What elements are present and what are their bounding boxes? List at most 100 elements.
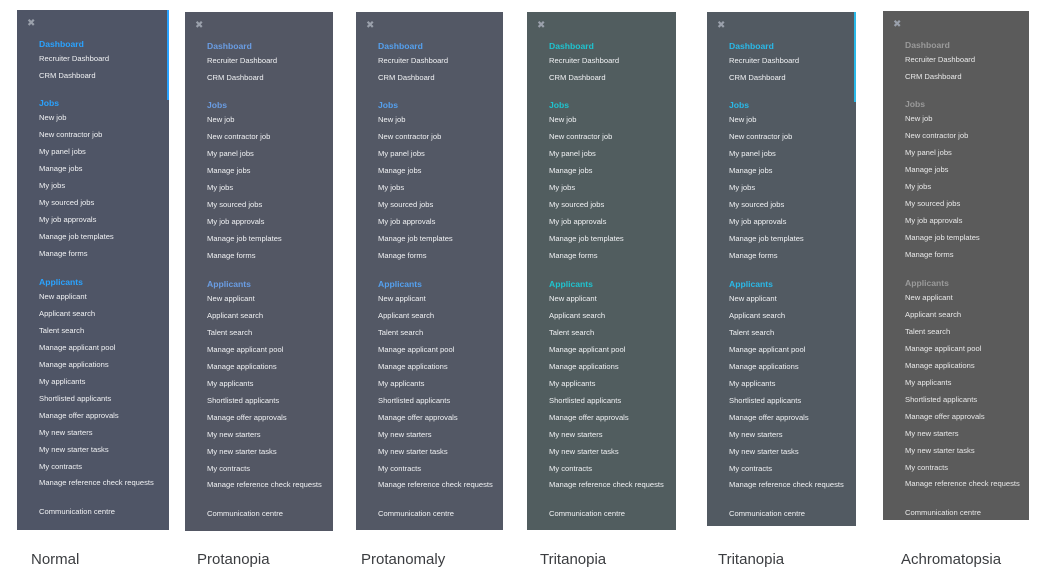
nav-item[interactable]: Communication centre — [729, 505, 850, 522]
section-heading[interactable]: Dashboard — [905, 39, 1023, 51]
nav-item[interactable]: Recruiter Dashboard — [378, 52, 497, 69]
nav-item[interactable]: Manage offer approvals — [378, 409, 497, 426]
section-heading[interactable]: Jobs — [905, 98, 1023, 110]
nav-item[interactable]: New contractor job — [905, 127, 1023, 144]
nav-item[interactable]: Talent search — [207, 324, 327, 341]
nav-item[interactable]: Shortlisted applicants — [729, 392, 850, 409]
nav-item[interactable]: Talent search — [378, 324, 497, 341]
nav-item[interactable]: New job — [729, 111, 850, 128]
nav-item[interactable]: My applicants — [378, 375, 497, 392]
nav-item[interactable]: My job approvals — [39, 211, 163, 228]
section-heading[interactable]: Jobs — [207, 99, 327, 111]
nav-item[interactable]: My sourced jobs — [729, 196, 850, 213]
nav-item[interactable]: New contractor job — [729, 128, 850, 145]
nav-item[interactable]: Applicant search — [207, 307, 327, 324]
nav-item[interactable]: My new starters — [549, 426, 670, 443]
nav-item[interactable]: My job approvals — [378, 213, 497, 230]
nav-item[interactable]: My sourced jobs — [207, 196, 327, 213]
nav-item[interactable]: My applicants — [207, 375, 327, 392]
section-heading[interactable]: Dashboard — [207, 40, 327, 52]
nav-item[interactable]: Recruiter Dashboard — [729, 52, 850, 69]
nav-item[interactable]: Manage reference check requests — [207, 477, 327, 505]
nav-item[interactable]: Talent search — [549, 324, 670, 341]
nav-item[interactable]: My new starters — [207, 426, 327, 443]
nav-item[interactable]: Applicant search — [905, 306, 1023, 323]
nav-item[interactable]: Talent search — [39, 322, 163, 339]
nav-item[interactable]: CRM Dashboard — [378, 69, 497, 86]
nav-item[interactable]: My panel jobs — [378, 145, 497, 162]
nav-item[interactable]: My applicants — [39, 373, 163, 390]
nav-item[interactable]: Talent search — [905, 323, 1023, 340]
section-heading[interactable]: Applicants — [729, 278, 850, 290]
nav-item[interactable]: Manage reference check requests — [549, 477, 670, 505]
nav-item[interactable]: Shortlisted applicants — [207, 392, 327, 409]
nav-item[interactable]: My panel jobs — [207, 145, 327, 162]
nav-item[interactable]: New job — [549, 111, 670, 128]
nav-item[interactable]: My new starter tasks — [378, 443, 497, 460]
nav-item[interactable]: Manage jobs — [39, 160, 163, 177]
nav-item[interactable]: Manage forms — [39, 245, 163, 262]
close-icon[interactable]: ✖ — [195, 21, 203, 31]
nav-item[interactable]: Shortlisted applicants — [549, 392, 670, 409]
nav-item[interactable]: New job — [378, 111, 497, 128]
nav-item[interactable]: Communication centre — [207, 505, 327, 522]
nav-item[interactable]: Manage jobs — [729, 162, 850, 179]
nav-item[interactable]: Applicant search — [39, 305, 163, 322]
nav-item[interactable]: CRM Dashboard — [549, 69, 670, 86]
nav-item[interactable]: My new starter tasks — [549, 443, 670, 460]
close-icon[interactable]: ✖ — [366, 21, 374, 31]
nav-item[interactable]: New applicant — [905, 289, 1023, 306]
nav-item[interactable]: My new starter tasks — [39, 441, 163, 458]
section-heading[interactable]: Jobs — [729, 99, 850, 111]
nav-item[interactable]: Manage offer approvals — [905, 408, 1023, 425]
close-icon[interactable]: ✖ — [717, 21, 725, 31]
nav-item[interactable]: New job — [39, 109, 163, 126]
nav-item[interactable]: New applicant — [729, 290, 850, 307]
nav-item[interactable]: Manage reference check requests — [905, 476, 1023, 504]
nav-item[interactable]: My contracts — [729, 460, 850, 477]
nav-item[interactable]: Communication centre — [39, 503, 163, 520]
nav-item[interactable]: New applicant — [549, 290, 670, 307]
close-icon[interactable]: ✖ — [27, 19, 35, 29]
nav-item[interactable]: Applicant search — [729, 307, 850, 324]
section-heading[interactable]: Jobs — [39, 97, 163, 109]
nav-item[interactable]: New applicant — [207, 290, 327, 307]
nav-item[interactable]: My panel jobs — [729, 145, 850, 162]
nav-item[interactable]: My panel jobs — [39, 143, 163, 160]
nav-item[interactable]: Manage jobs — [378, 162, 497, 179]
nav-item[interactable]: New contractor job — [39, 126, 163, 143]
nav-item[interactable]: Recruiter Dashboard — [905, 51, 1023, 68]
nav-item[interactable]: Manage offer approvals — [729, 409, 850, 426]
section-heading[interactable]: Dashboard — [549, 40, 670, 52]
nav-item[interactable]: My job approvals — [207, 213, 327, 230]
nav-item[interactable]: Manage applications — [549, 358, 670, 375]
nav-item[interactable]: Manage job templates — [207, 230, 327, 247]
nav-item[interactable]: New applicant — [39, 288, 163, 305]
nav-item[interactable]: My jobs — [39, 177, 163, 194]
nav-item[interactable]: My new starters — [905, 425, 1023, 442]
nav-item[interactable]: Manage applications — [39, 356, 163, 373]
nav-item[interactable]: My panel jobs — [905, 144, 1023, 161]
nav-item[interactable]: My contracts — [905, 459, 1023, 476]
nav-item[interactable]: My job approvals — [905, 212, 1023, 229]
nav-item[interactable]: My contracts — [549, 460, 670, 477]
nav-item[interactable]: Manage applicant pool — [549, 341, 670, 358]
nav-item[interactable]: Recruiter Dashboard — [207, 52, 327, 69]
nav-item[interactable]: My applicants — [905, 374, 1023, 391]
nav-item[interactable]: My sourced jobs — [378, 196, 497, 213]
nav-item[interactable]: Talent search — [729, 324, 850, 341]
nav-item[interactable]: Manage applicant pool — [905, 340, 1023, 357]
nav-item[interactable]: Manage applications — [378, 358, 497, 375]
nav-item[interactable]: New job — [207, 111, 327, 128]
nav-item[interactable]: My contracts — [207, 460, 327, 477]
nav-item[interactable]: Manage jobs — [207, 162, 327, 179]
nav-item[interactable]: My applicants — [549, 375, 670, 392]
section-heading[interactable]: Jobs — [378, 99, 497, 111]
nav-item[interactable]: Manage applicant pool — [207, 341, 327, 358]
section-heading[interactable]: Applicants — [39, 276, 163, 288]
nav-item[interactable]: Manage offer approvals — [549, 409, 670, 426]
nav-item[interactable]: CRM Dashboard — [207, 69, 327, 86]
nav-item[interactable]: My new starter tasks — [905, 442, 1023, 459]
nav-item[interactable]: New contractor job — [207, 128, 327, 145]
nav-item[interactable]: Manage reference check requests — [729, 477, 850, 505]
